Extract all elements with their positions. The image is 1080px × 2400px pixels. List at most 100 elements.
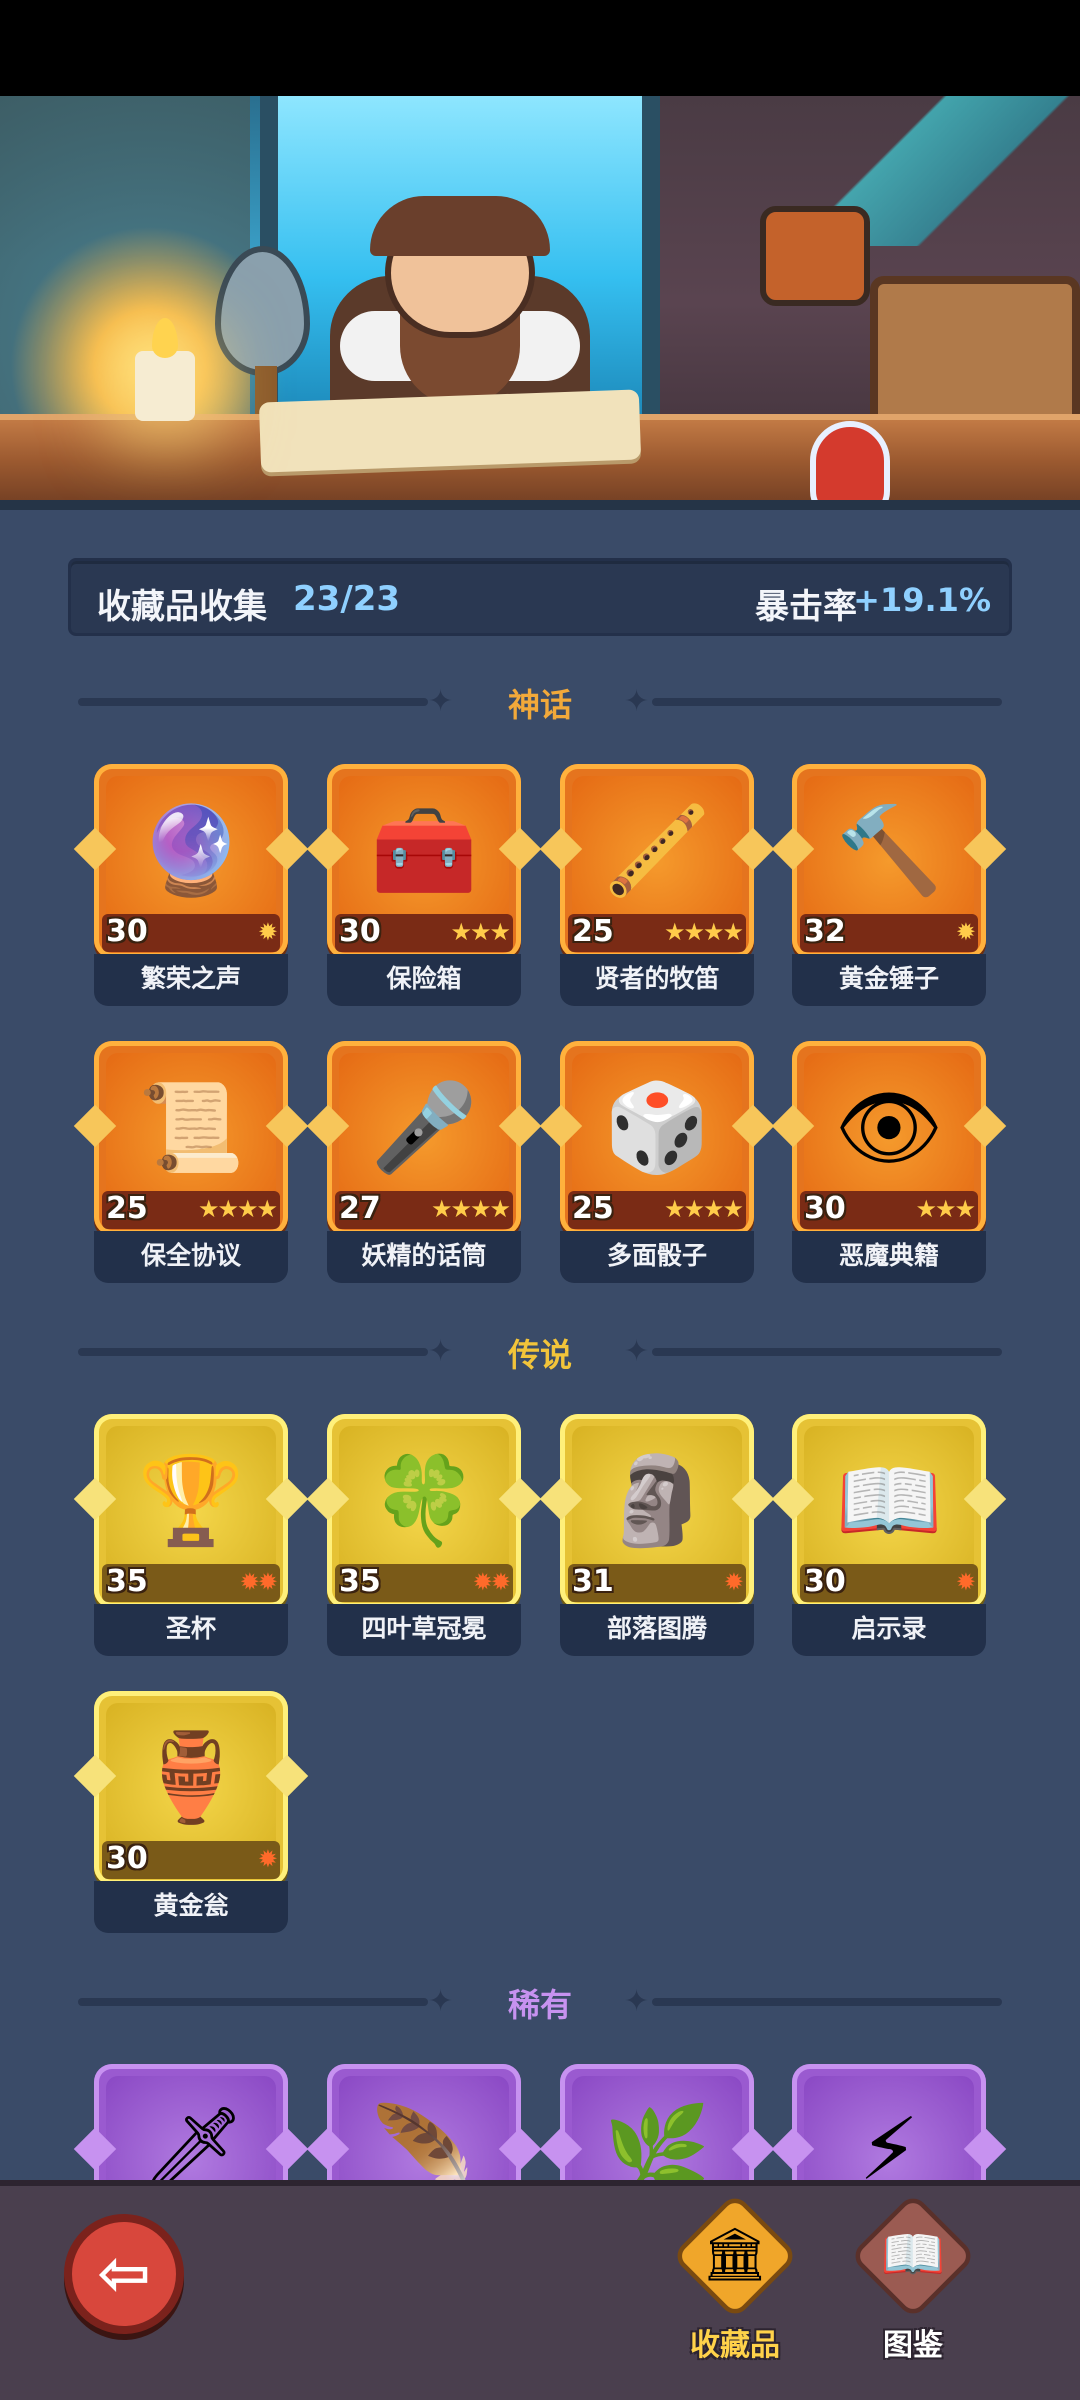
star-rating: ★★★★	[430, 1195, 511, 1223]
star-rating: ★★★★	[663, 1195, 744, 1223]
dwarf-hair	[370, 196, 550, 256]
item-level: 25	[572, 914, 614, 949]
level-bar: 25 ★★★★	[102, 1191, 280, 1229]
level-bar: 30 ★★★	[335, 914, 513, 952]
collection-label: 收藏品收集	[97, 587, 267, 627]
item-level: 25	[106, 1191, 148, 1226]
collectible-card[interactable]: 🗿 31 ✹ 部落图腾	[539, 1414, 775, 1659]
star-rating: ✹	[257, 918, 278, 946]
collectible-card[interactable]: 📜 25 ★★★★ 保全协议	[73, 1041, 309, 1286]
totem-icon: 🗿	[603, 1450, 711, 1551]
collectible-card[interactable]: 🏆 35 ✹✹ 圣杯	[73, 1414, 309, 1659]
star-rating: ✹	[723, 1568, 744, 1596]
hammer-icon: 🔨	[835, 800, 943, 901]
lyre-icon: 🏛	[701, 2225, 768, 2285]
item-level: 35	[339, 1564, 381, 1599]
item-level: 35	[106, 1564, 148, 1599]
item-name: 黄金锤子	[838, 964, 939, 993]
open-book-icon: 📖	[835, 1450, 943, 1551]
demon-book-icon: 👁	[834, 1077, 944, 1178]
section-header-mythic: ✦ ✦ 神话	[0, 680, 1080, 724]
item-name: 圣杯	[165, 1614, 216, 1643]
crit-rate-value: +19.1%	[853, 581, 991, 619]
collectible-card[interactable]: 🧰 30 ★★★ 保险箱	[306, 764, 542, 1009]
item-name: 部落图腾	[606, 1614, 707, 1643]
level-bar: 35 ✹✹	[335, 1564, 513, 1602]
section-title-legend: 传说	[507, 1336, 572, 1374]
item-name: 多面骰子	[606, 1241, 707, 1270]
lightning-scroll-icon: ⚡	[858, 2100, 920, 2180]
item-name: 繁荣之声	[140, 964, 241, 993]
tribal-mask-decoration	[760, 206, 870, 306]
star-rating: ★★★★	[197, 1195, 278, 1223]
banner-edge	[0, 500, 1080, 510]
orb-icon: 🔮	[137, 800, 245, 901]
back-button[interactable]: ⇦	[64, 2214, 184, 2334]
item-name-plate: 启示录	[792, 1604, 986, 1656]
star-rating: ✹	[955, 918, 976, 946]
tab-codex-label: 图鉴	[883, 2328, 943, 2363]
item-level: 30	[339, 914, 381, 949]
section-title-rare: 稀有	[507, 1986, 572, 2024]
collectible-card[interactable]: 🎤 27 ★★★★ 妖精的话筒	[306, 1041, 542, 1286]
item-name-plate: 多面骰子	[560, 1231, 754, 1283]
collectible-card[interactable]: 🔮 30 ✹ 繁荣之声	[73, 764, 309, 1009]
section-header-legend: ✦ ✦ 传说	[0, 1330, 1080, 1374]
feather-icon: 🪶	[370, 2100, 478, 2181]
treasure-chest-icon: 🧰	[370, 800, 478, 901]
item-level: 25	[572, 1191, 614, 1226]
collectible-card[interactable]: 🪈 25 ★★★★ 贤者的牧笛	[539, 764, 775, 1009]
item-level: 27	[339, 1191, 381, 1226]
treasure-map	[258, 389, 642, 473]
collectible-card[interactable]: 🪶	[306, 2064, 542, 2181]
collectible-card[interactable]: 🍀 35 ✹✹ 四叶草冠冕	[306, 1414, 542, 1659]
level-bar: 30 ✹	[102, 1841, 280, 1879]
level-bar: 31 ✹	[568, 1564, 746, 1602]
item-name: 妖精的话筒	[361, 1241, 487, 1270]
red-potion-icon	[810, 421, 890, 510]
candle-icon	[135, 351, 195, 421]
clover-crown-icon: 🍀	[370, 1450, 478, 1551]
item-name: 黄金瓮	[153, 1891, 229, 1920]
shop-banner-illustration	[0, 96, 1080, 510]
collectible-card[interactable]: 🏺 30 ✹ 黄金瓮	[73, 1691, 309, 1936]
collectible-card[interactable]: 🎲 25 ★★★★ 多面骰子	[539, 1041, 775, 1286]
item-name-plate: 黄金锤子	[792, 954, 986, 1006]
book-icon: 📖	[880, 2225, 946, 2285]
collection-panel: 收藏品收集 23/23 暴击率 +19.1% ✦ ✦ 神话 🔮 30 ✹ 繁荣之声 🧰 3…	[0, 510, 1080, 2180]
flute-icon: 🪈	[603, 800, 711, 901]
tab-codex[interactable]: 📖 图鉴	[838, 2192, 988, 2366]
collectible-card[interactable]: ⚡	[771, 2064, 1007, 2180]
collectible-card[interactable]: 📖 30 ✹ 启示录	[771, 1414, 1007, 1659]
item-name-plate: 妖精的话筒	[327, 1231, 521, 1283]
contract-icon: 📜	[137, 1077, 245, 1178]
item-level: 32	[804, 914, 846, 949]
star-rating: ✹✹	[472, 1568, 511, 1596]
star-rating: ✹	[257, 1845, 278, 1873]
item-level: 30	[804, 1191, 846, 1226]
collectible-card[interactable]: 🗡	[73, 2064, 309, 2180]
star-rating: ✹✹	[239, 1568, 278, 1596]
item-name: 启示录	[851, 1614, 927, 1643]
item-name: 恶魔典籍	[838, 1241, 939, 1270]
tab-collection-label: 收藏品	[690, 2328, 780, 2363]
item-name-plate: 繁荣之声	[94, 954, 288, 1006]
collectible-card[interactable]: 👁 30 ★★★ 恶魔典籍	[771, 1041, 1007, 1286]
vine-icon: 🌿	[603, 2100, 711, 2181]
item-level: 30	[106, 914, 148, 949]
item-level: 31	[572, 1564, 614, 1599]
section-header-rare: ✦ ✦ 稀有	[0, 1980, 1080, 2024]
level-bar: 30 ✹	[800, 1564, 978, 1602]
item-name-plate: 保险箱	[327, 954, 521, 1006]
section-title-mythic: 神话	[507, 686, 572, 724]
collectible-card[interactable]: 🌿	[539, 2064, 775, 2181]
status-bar	[0, 0, 1080, 96]
tab-collection[interactable]: 🏛 收藏品	[660, 2192, 810, 2366]
item-name: 保险箱	[386, 964, 462, 993]
item-level: 30	[106, 1841, 148, 1876]
item-name-plate: 部落图腾	[560, 1604, 754, 1656]
level-bar: 25 ★★★★	[568, 1191, 746, 1229]
item-level: 30	[804, 1564, 846, 1599]
collectible-card[interactable]: 🔨 32 ✹ 黄金锤子	[771, 764, 1007, 1009]
crit-rate-label: 暴击率	[755, 587, 857, 627]
